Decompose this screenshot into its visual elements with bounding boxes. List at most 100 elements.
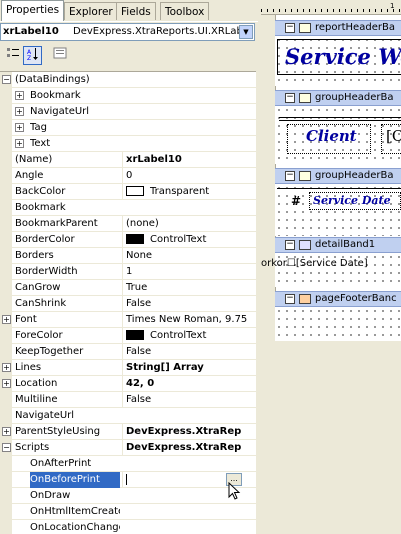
property-row[interactable]: OnBeforePrint...	[0, 472, 256, 488]
property-name[interactable]: Lines	[15, 360, 120, 376]
property-name[interactable]: KeepTogether	[15, 344, 120, 360]
property-row[interactable]: + Font Times New Roman, 9.75	[0, 312, 256, 328]
property-name[interactable]: OnDraw	[30, 488, 120, 504]
property-row[interactable]: (Name) xrLabel10	[0, 152, 256, 168]
property-name[interactable]: OnLocationChange	[30, 520, 120, 534]
property-value[interactable]: 0	[122, 168, 256, 184]
property-name[interactable]: (DataBindings)	[15, 72, 120, 88]
expand-icon[interactable]: +	[15, 139, 24, 148]
property-pages-icon[interactable]	[50, 46, 69, 65]
property-name[interactable]: NavigateUrl	[30, 104, 120, 120]
property-name[interactable]: OnHtmlItemCreated	[30, 504, 120, 520]
property-grid[interactable]: − (DataBindings) + Bookmark + NavigateUrl + Tag…	[0, 71, 256, 534]
band-page-footer[interactable]: − pageFooterBanc	[275, 291, 401, 307]
property-row[interactable]: BorderColor ControlText	[0, 232, 256, 248]
expand-icon[interactable]: +	[2, 315, 11, 324]
property-name[interactable]: Scripts	[15, 440, 120, 456]
service-date-label[interactable]: Service Date	[309, 192, 401, 210]
property-row[interactable]: − Scripts DevExpress.XtraRep	[0, 440, 256, 456]
expand-icon[interactable]: +	[2, 379, 11, 388]
collapse-icon[interactable]: −	[285, 171, 295, 181]
expand-icon[interactable]: +	[15, 123, 24, 132]
property-row[interactable]: OnHtmlItemCreated	[0, 504, 256, 520]
alphabetical-icon[interactable]: AZ	[23, 46, 42, 65]
property-name[interactable]: Bookmark	[30, 88, 120, 104]
property-row[interactable]: − (DataBindings)	[0, 72, 256, 88]
property-row[interactable]: KeepTogether False	[0, 344, 256, 360]
detail-fields[interactable]: orkor☐[Service Date]	[261, 258, 368, 269]
property-row[interactable]: Multiline False	[0, 392, 256, 408]
property-row[interactable]: OnLocationChange	[0, 520, 256, 534]
property-name[interactable]: Text	[30, 136, 120, 152]
tab-explorer[interactable]: Explorer	[64, 2, 118, 20]
property-value[interactable]: (none)	[122, 216, 256, 232]
chevron-down-icon[interactable]: ▼	[239, 25, 253, 39]
band-group-header-1[interactable]: − groupHeaderBa	[275, 90, 401, 106]
tab-properties[interactable]: Properties	[1, 0, 65, 21]
band-detail[interactable]: − detailBand1	[275, 237, 401, 253]
property-value[interactable]: False	[122, 392, 256, 408]
client-field[interactable]: [C	[381, 124, 401, 154]
tab-toolbox[interactable]: Toolbox	[160, 2, 210, 20]
object-selector[interactable]: xrLabel10 DevExpress.XtraReports.UI.XRLa…	[0, 23, 255, 41]
band-report-header[interactable]: − reportHeaderBa	[275, 20, 401, 36]
property-name[interactable]: Multiline	[15, 392, 120, 408]
property-value[interactable]: Times New Roman, 9.75	[122, 312, 256, 328]
property-value[interactable]: None	[122, 248, 256, 264]
property-name[interactable]: BookmarkParent	[15, 216, 120, 232]
property-name[interactable]: OnAfterPrint	[30, 456, 120, 472]
collapse-icon[interactable]: −	[2, 443, 11, 452]
collapse-icon[interactable]: −	[285, 23, 295, 33]
report-designer[interactable]: 1 − reportHeaderBa Service Wo − groupHea…	[261, 0, 401, 533]
property-value[interactable]: 42, 0	[122, 376, 256, 392]
expand-icon[interactable]: +	[15, 91, 24, 100]
property-value[interactable]: ControlText	[122, 232, 256, 248]
property-name[interactable]: OnBeforePrint	[30, 472, 120, 488]
property-row[interactable]: + Lines String[] Array	[0, 360, 256, 376]
property-name[interactable]: Tag	[30, 120, 120, 136]
property-name[interactable]: Location	[15, 376, 120, 392]
expand-icon[interactable]: +	[2, 427, 11, 436]
property-value[interactable]: False	[122, 296, 256, 312]
property-row[interactable]: + Bookmark	[0, 88, 256, 104]
collapse-icon[interactable]: −	[285, 93, 295, 103]
property-value[interactable]: False	[122, 344, 256, 360]
property-name[interactable]: Font	[15, 312, 120, 328]
collapse-icon[interactable]: −	[285, 294, 295, 304]
band-group-header-2[interactable]: − groupHeaderBa	[275, 168, 401, 184]
property-row[interactable]: OnDraw	[0, 488, 256, 504]
collapse-icon[interactable]: −	[2, 75, 11, 84]
expand-icon[interactable]: +	[15, 107, 24, 116]
property-name[interactable]: CanShrink	[15, 296, 120, 312]
property-row[interactable]: CanShrink False	[0, 296, 256, 312]
property-name[interactable]: NavigateUrl	[15, 408, 120, 424]
report-title[interactable]: Service Wo	[285, 44, 401, 69]
property-row[interactable]: Borders None	[0, 248, 256, 264]
property-row[interactable]: NavigateUrl	[0, 408, 256, 424]
hash-label[interactable]: #	[291, 194, 301, 208]
property-value[interactable]: 1	[122, 264, 256, 280]
property-value[interactable]: Transparent	[122, 184, 256, 200]
property-row[interactable]: Angle 0	[0, 168, 256, 184]
property-row[interactable]: + ParentStyleUsing DevExpress.XtraRep	[0, 424, 256, 440]
property-row[interactable]: + Text	[0, 136, 256, 152]
property-name[interactable]: BorderWidth	[15, 264, 120, 280]
property-name[interactable]: BackColor	[15, 184, 120, 200]
property-value[interactable]: True	[122, 280, 256, 296]
property-name[interactable]: ParentStyleUsing	[15, 424, 120, 440]
property-name[interactable]: ForeColor	[15, 328, 120, 344]
property-value[interactable]: DevExpress.XtraRep	[122, 440, 256, 456]
property-row[interactable]: + NavigateUrl	[0, 104, 256, 120]
property-row[interactable]: BookmarkParent (none)	[0, 216, 256, 232]
property-name[interactable]: Borders	[15, 248, 120, 264]
property-value[interactable]: ControlText	[122, 328, 256, 344]
property-name[interactable]: CanGrow	[15, 280, 120, 296]
property-row[interactable]: ForeColor ControlText	[0, 328, 256, 344]
collapse-icon[interactable]: −	[285, 240, 295, 250]
property-value[interactable]: DevExpress.XtraRep	[122, 424, 256, 440]
client-label[interactable]: Client	[287, 124, 371, 154]
property-row[interactable]: CanGrow True	[0, 280, 256, 296]
property-row[interactable]: + Tag	[0, 120, 256, 136]
expand-icon[interactable]: +	[2, 363, 11, 372]
property-value[interactable]: String[] Array	[122, 360, 256, 376]
